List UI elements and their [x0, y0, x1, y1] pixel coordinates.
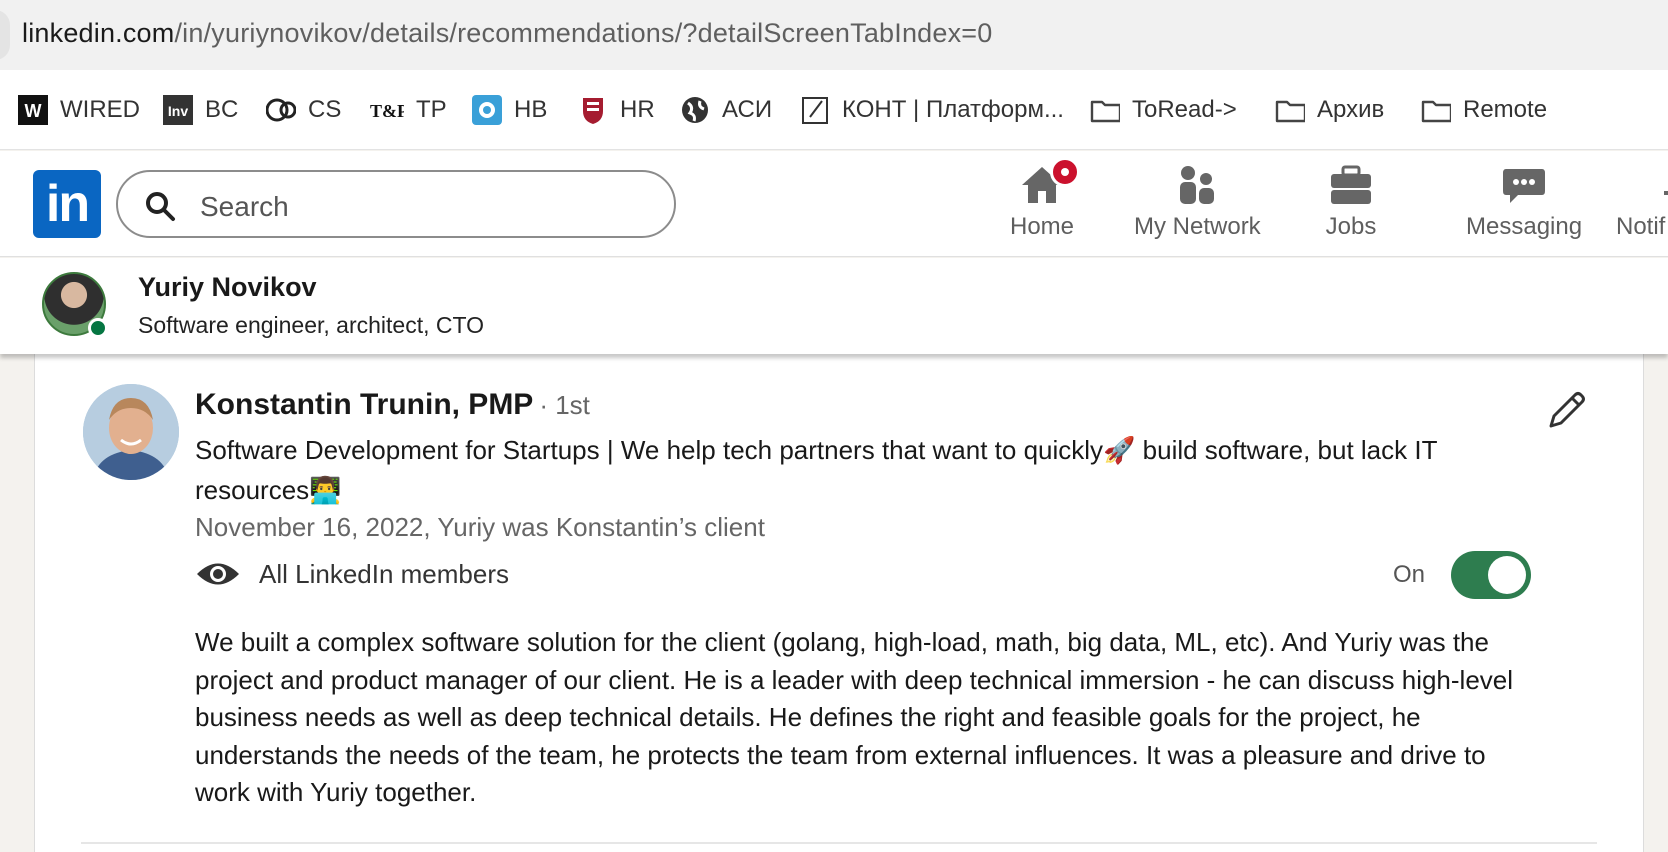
network-icon	[1171, 161, 1223, 209]
bookmark-wired[interactable]: W WIRED	[18, 92, 140, 128]
globe-icon	[680, 95, 710, 125]
hr-icon	[578, 95, 608, 125]
messaging-icon	[1498, 161, 1550, 209]
nav-home[interactable]: Home	[1010, 157, 1081, 251]
url-host: linkedin.com	[22, 18, 175, 48]
tp-icon: T&P	[370, 95, 404, 125]
recommender-headline: Software Development for Startups | We h…	[195, 435, 1437, 505]
bookmark-hr[interactable]: HR	[578, 92, 655, 128]
bookmark-cs[interactable]: CS	[266, 92, 341, 128]
bookmark-tp[interactable]: T&P TP	[370, 92, 447, 128]
profile-sticky-header: Yuriy Novikov Software engineer, archite…	[0, 258, 1668, 354]
bookmark-label: ToRead->	[1132, 96, 1237, 123]
bookmark-label: TP	[416, 96, 447, 123]
connection-degree: · 1st	[539, 390, 590, 420]
nav-label: Messaging	[1466, 213, 1583, 240]
bookmark-asi[interactable]: АСИ	[680, 92, 772, 128]
svg-text:Inv: Inv	[168, 103, 188, 119]
nav-my-network[interactable]: My Network	[1134, 161, 1261, 251]
inv-icon: Inv	[163, 95, 193, 125]
visibility-label: All LinkedIn members	[259, 558, 509, 589]
recommender-name-text: Konstantin Trunin, PMP	[195, 388, 534, 421]
folder-icon	[1275, 95, 1305, 125]
notification-badge	[1050, 157, 1081, 187]
bookmark-label: HB	[514, 96, 548, 123]
recommender-name[interactable]: Konstantin Trunin, PMP · 1st	[195, 388, 590, 422]
visibility-toggle[interactable]	[1451, 551, 1532, 599]
recommendation-text: We built a complex software solution for…	[195, 627, 1514, 807]
folder-icon	[1421, 95, 1451, 125]
cs-icon	[266, 95, 296, 125]
bookmark-kont[interactable]: КОНТ | Платформ...	[800, 92, 1064, 128]
wired-icon: W	[18, 95, 48, 125]
search-input[interactable]: Search	[116, 170, 676, 238]
visibility-toggle-group: On	[1393, 550, 1532, 600]
bookmark-bc[interactable]: Inv BC	[163, 92, 238, 128]
linkedin-global-nav: in Search Home My Network Jobs Messaging	[0, 151, 1668, 257]
home-icon	[1016, 157, 1081, 209]
nav-label: Notif	[1616, 213, 1666, 240]
nav-notifications[interactable]: Notif	[1616, 161, 1668, 251]
address-bar[interactable]: linkedin.com/in/yuriynovikov/details/rec…	[0, 0, 1668, 70]
recommendation-date-relation: November 16, 2022, Yuriy was Konstantin’…	[195, 512, 765, 542]
bookmark-hb[interactable]: HB	[472, 92, 547, 128]
visibility-setting: All LinkedIn members	[195, 554, 509, 594]
bookmark-label: HR	[620, 96, 655, 123]
briefcase-icon	[1325, 161, 1377, 209]
hb-icon	[472, 95, 502, 125]
nav-jobs[interactable]: Jobs	[1325, 161, 1377, 251]
search-placeholder: Search	[200, 191, 289, 222]
profile-headline: Software engineer, architect, CTO	[138, 312, 485, 338]
bookmark-label: CS	[308, 96, 342, 123]
online-status-indicator	[88, 318, 108, 338]
eye-icon	[195, 559, 241, 589]
bookmark-label: КОНТ | Платформ...	[842, 96, 1064, 123]
doc-icon	[800, 95, 830, 125]
svg-text:W: W	[25, 101, 42, 121]
nav-label: Jobs	[1325, 213, 1377, 240]
url-path: /in/yuriynovikov/details/recommendations…	[174, 18, 993, 48]
bookmark-remote[interactable]: Remote	[1421, 92, 1547, 128]
nav-label: My Network	[1134, 213, 1261, 240]
url-text[interactable]: linkedin.com/in/yuriynovikov/details/rec…	[22, 18, 993, 49]
toggle-state-label: On	[1393, 561, 1426, 588]
recommender-avatar[interactable]	[83, 384, 179, 480]
bookmarks-bar: W WIRED Inv BC CS T&P TP HB HR АСИ КОНТ …	[0, 70, 1668, 150]
bookmark-toread[interactable]: ToRead->	[1090, 92, 1237, 128]
bookmark-archive[interactable]: Архив	[1275, 92, 1384, 128]
linkedin-logo[interactable]: in	[33, 170, 101, 238]
profile-name[interactable]: Yuriy Novikov	[138, 272, 317, 303]
bookmark-label: Remote	[1463, 96, 1548, 123]
edit-icon[interactable]	[1545, 388, 1589, 432]
bell-icon	[1616, 161, 1668, 209]
divider	[81, 842, 1597, 844]
bookmark-label: АСИ	[722, 96, 773, 123]
search-icon	[144, 190, 176, 222]
bookmark-label: WIRED	[60, 96, 140, 123]
nav-messaging[interactable]: Messaging	[1466, 161, 1582, 251]
address-bar-edge	[0, 10, 10, 60]
recommendation-card: Konstantin Trunin, PMP · 1st Software Dev…	[34, 354, 1644, 852]
bookmark-label: Архив	[1317, 96, 1385, 123]
svg-text:T&P: T&P	[370, 101, 404, 121]
bookmark-label: BC	[205, 96, 239, 123]
nav-label: Home	[1010, 213, 1075, 240]
folder-icon	[1090, 95, 1120, 125]
